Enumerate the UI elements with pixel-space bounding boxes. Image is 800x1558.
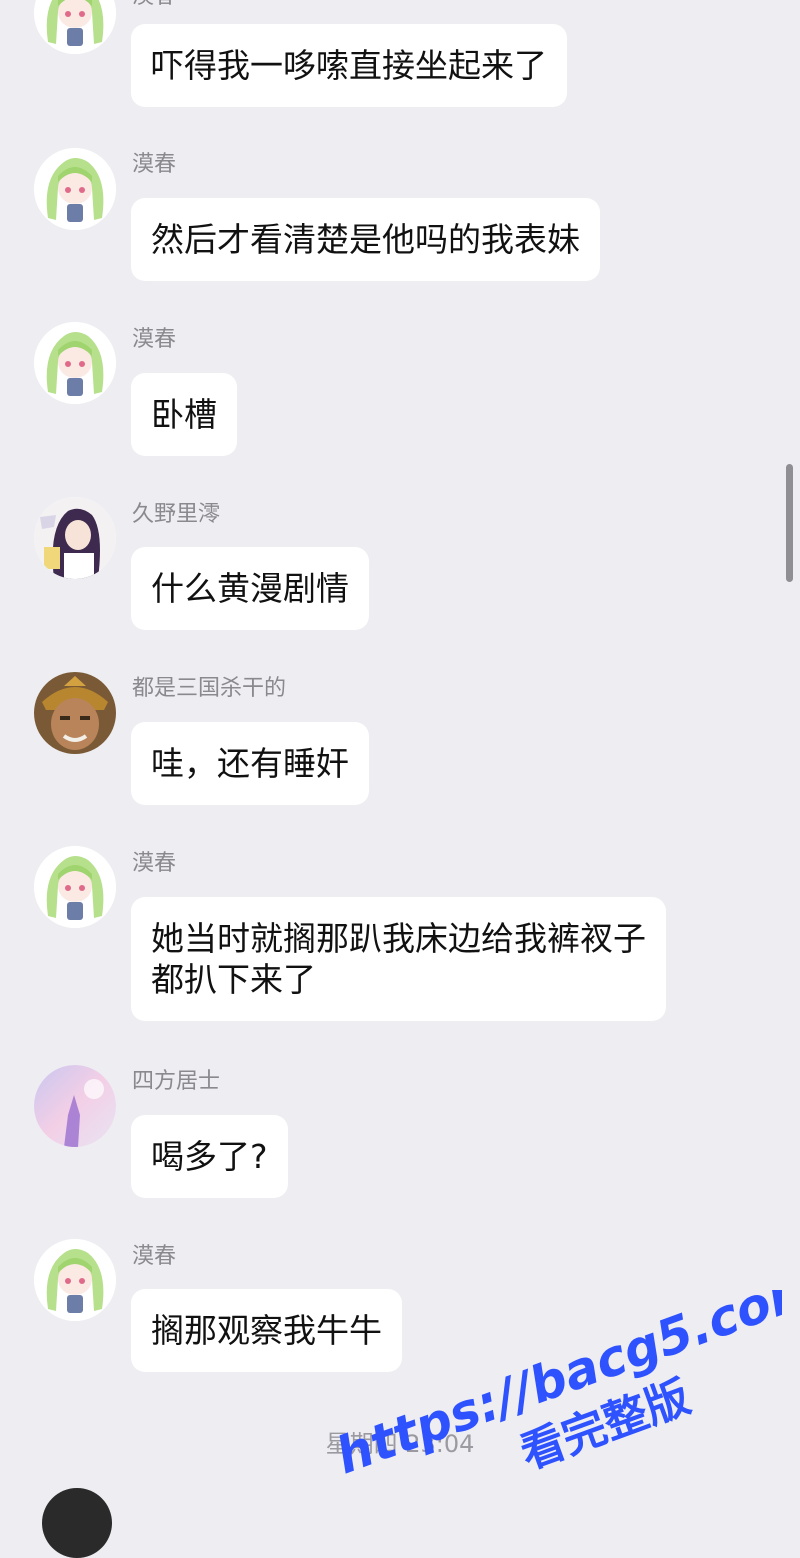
sender-name: 四方居士 — [132, 1069, 221, 1094]
avatar-partial[interactable] — [42, 1488, 112, 1558]
message-bubble[interactable]: 她当时就搁那趴我床边给我裤衩子 都扒下来了 — [131, 897, 666, 1021]
avatar-warrior[interactable] — [34, 672, 116, 754]
green-hair-anime-avatar-icon — [34, 0, 116, 54]
avatar-green-hair[interactable] — [34, 322, 116, 404]
avatar-pink-sky[interactable] — [34, 1065, 116, 1147]
warrior-avatar-icon — [34, 672, 116, 754]
message-bubble[interactable]: 卧槽 — [131, 373, 237, 456]
green-hair-anime-avatar-icon — [34, 1239, 116, 1321]
message-bubble[interactable]: 然后才看清楚是他吗的我表妹 — [131, 198, 600, 281]
message-bubble[interactable]: 什么黄漫剧情 — [131, 547, 369, 630]
scrollbar[interactable] — [786, 464, 793, 582]
message-bubble[interactable]: 吓得我一哆嗦直接坐起来了 — [131, 24, 567, 107]
watermark: https://bacg5.com 看完整版 — [329, 1290, 782, 1485]
sender-name: 漠春 — [132, 152, 177, 177]
avatar-green-hair[interactable] — [34, 148, 116, 230]
green-hair-anime-avatar-icon — [34, 148, 116, 230]
sender-name: 漠春 — [132, 1244, 177, 1269]
pink-sky-avatar-icon — [34, 1065, 116, 1147]
avatar-green-hair[interactable] — [34, 1239, 116, 1321]
avatar-purple-hair[interactable] — [34, 497, 116, 579]
sender-name: 漠春 — [132, 0, 176, 10]
sender-name: 久野里澪 — [132, 502, 221, 527]
sender-name: 都是三国杀干的 — [132, 676, 287, 701]
avatar-green-hair[interactable] — [34, 0, 116, 54]
avatar-green-hair[interactable] — [34, 846, 116, 928]
green-hair-anime-avatar-icon — [34, 322, 116, 404]
message-bubble[interactable]: 哇，还有睡奸 — [131, 722, 369, 805]
sender-name: 漠春 — [132, 327, 177, 352]
message-bubble[interactable]: 喝多了? — [131, 1115, 288, 1198]
purple-hair-anime-avatar-icon — [34, 497, 116, 579]
sender-name: 漠春 — [132, 851, 177, 876]
green-hair-anime-avatar-icon — [34, 846, 116, 928]
